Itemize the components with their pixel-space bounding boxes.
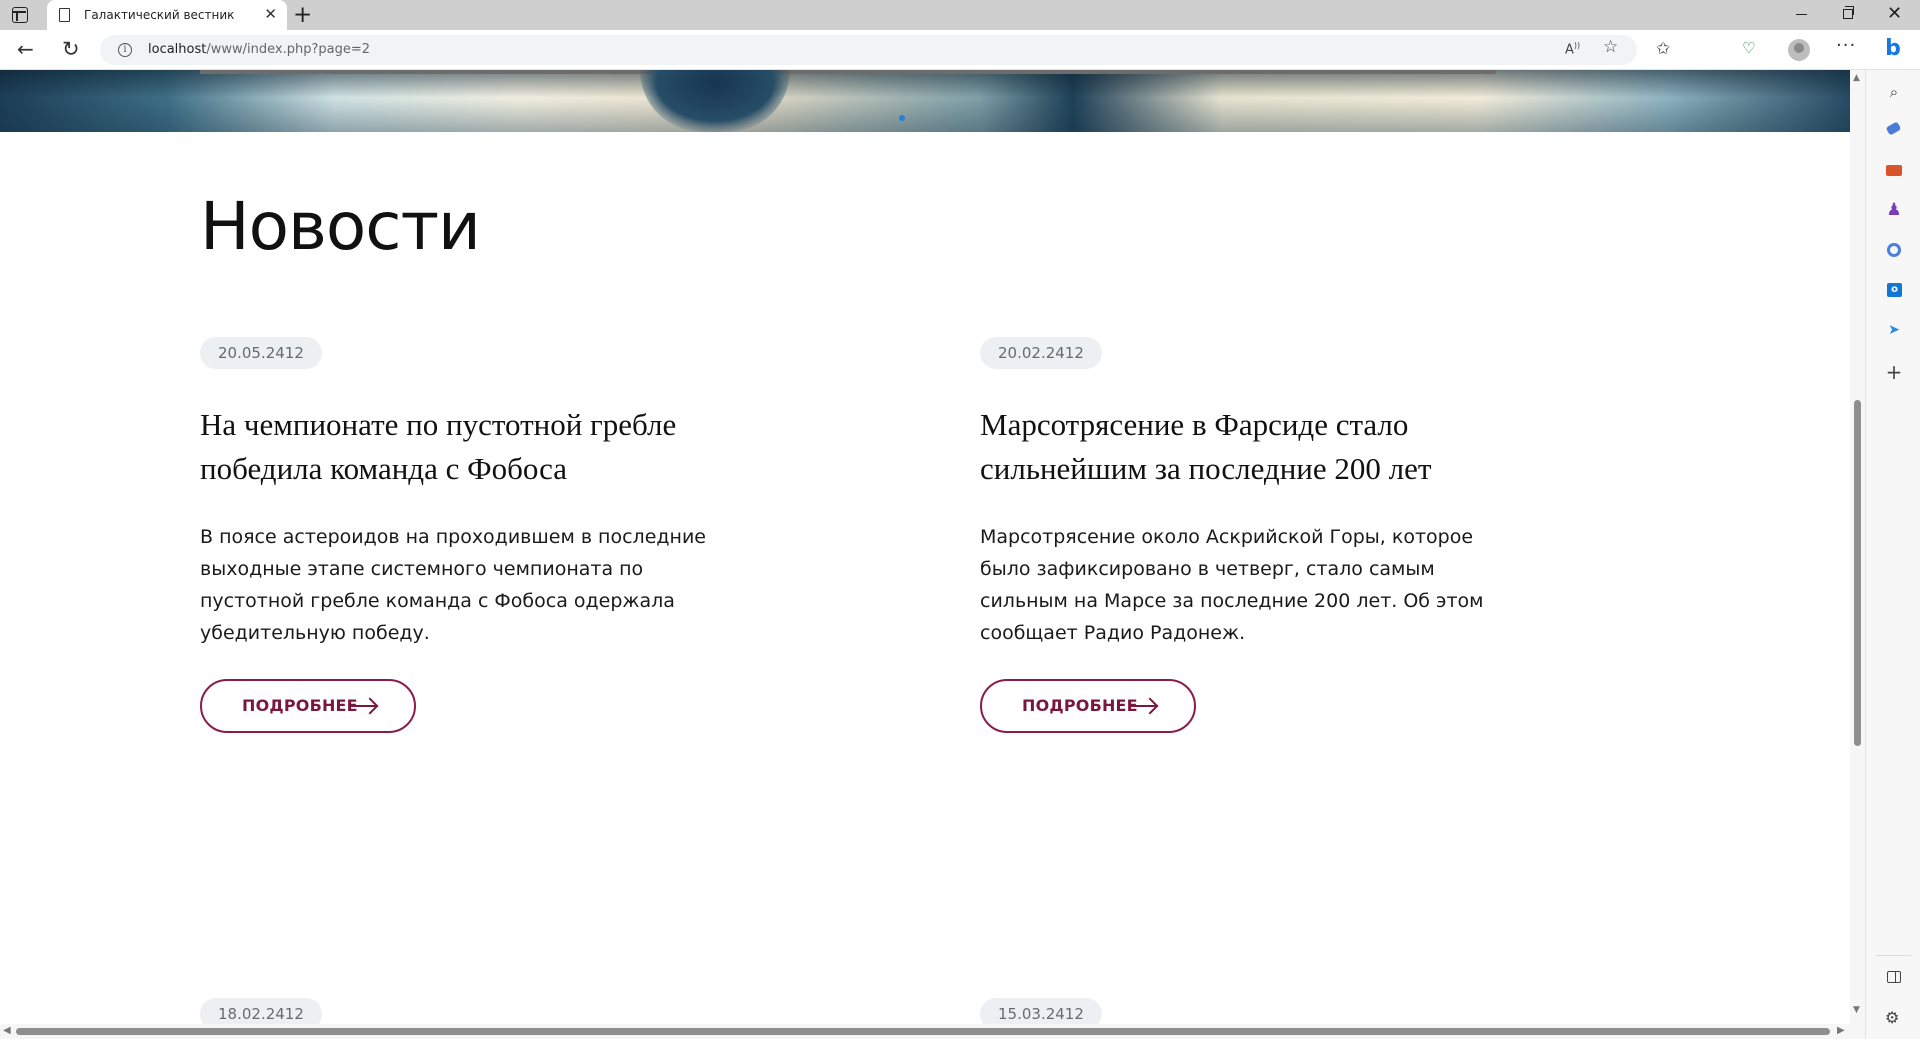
tab-bar: Галактический вестник ✕ + ✕ [0, 0, 1920, 30]
horizontal-scroll-thumb[interactable] [16, 1028, 1830, 1035]
news-card: 20.02.2412 Марсотрясение в Фарсиде стало… [980, 337, 1500, 737]
search-icon[interactable]: ⌕ [1884, 82, 1904, 102]
minimize-icon[interactable] [1796, 7, 1808, 21]
horizontal-scrollbar[interactable]: ◀ ▶ [0, 1024, 1850, 1039]
hero-image [0, 70, 1850, 132]
url-text[interactable]: localhost/www/index.php?page=2 [148, 42, 370, 57]
page-viewport: Новости 20.05.2412 На чемпионате по пуст… [0, 70, 1850, 1039]
arrow-right-icon [1130, 705, 1156, 707]
profile-icon[interactable] [1788, 39, 1810, 61]
back-icon[interactable]: ← [17, 38, 34, 60]
url-host: localhost [148, 42, 207, 57]
tab-close-icon[interactable]: ✕ [264, 5, 277, 23]
browser-tab[interactable]: Галактический вестник ✕ [47, 0, 287, 30]
bing-icon[interactable]: b [1879, 36, 1907, 64]
read-aloud-icon[interactable]: A)) [1565, 41, 1580, 57]
shopping-tag-icon[interactable] [1884, 120, 1904, 140]
favorites-icon[interactable]: ✩ [1656, 39, 1670, 59]
sidebar-panel-icon[interactable] [1887, 971, 1901, 983]
vertical-scroll-thumb[interactable] [1854, 400, 1861, 746]
scroll-down-icon[interactable]: ▼ [1853, 1005, 1860, 1015]
vertical-scrollbar[interactable]: ▲ ▼ [1850, 70, 1865, 1039]
tools-icon[interactable] [1884, 160, 1904, 180]
info-icon[interactable]: i [118, 43, 132, 57]
tab-actions-icon[interactable] [12, 7, 28, 23]
news-title: На чемпионате по пустотной гребле победи… [200, 407, 677, 486]
page-icon [59, 8, 70, 22]
microsoft-365-icon[interactable] [1884, 240, 1904, 260]
settings-icon[interactable]: ⚙ [1885, 1008, 1899, 1027]
news-title: Марсотрясение в Фарсиде стало сильнейшим… [980, 407, 1432, 486]
new-tab-button[interactable]: + [293, 2, 312, 28]
outlook-icon[interactable]: o [1884, 280, 1904, 300]
tab-title: Галактический вестник [84, 8, 235, 22]
address-bar: ← ↻ i localhost/www/index.php?page=2 A))… [0, 30, 1920, 87]
news-date: 20.02.2412 [980, 337, 1102, 369]
url-path: /www/index.php?page=2 [206, 42, 370, 57]
arrow-right-icon [350, 705, 376, 707]
sidebar-divider [1876, 955, 1911, 956]
scroll-left-icon[interactable]: ◀ [3, 1025, 11, 1036]
browser-essentials-icon[interactable]: ♡ [1742, 39, 1755, 59]
more-button-label: ПОДРОБНЕЕ [1022, 696, 1138, 715]
slider-dot[interactable] [899, 115, 905, 121]
scroll-up-icon[interactable]: ▲ [1853, 73, 1860, 83]
games-icon[interactable]: ♟ [1884, 200, 1904, 220]
edge-sidebar: ⌕ ♟ o ➤ + ⚙ [1865, 70, 1920, 1039]
restore-icon[interactable] [1843, 6, 1854, 19]
favorite-star-icon[interactable]: ☆ [1603, 37, 1618, 57]
reload-icon[interactable]: ↻ [62, 38, 80, 60]
news-date: 20.05.2412 [200, 337, 322, 369]
news-excerpt: Марсотрясение около Аскрийской Горы, кот… [980, 526, 1484, 644]
more-button[interactable]: ПОДРОБНЕЕ [200, 679, 416, 733]
add-icon[interactable]: + [1884, 362, 1904, 382]
more-button[interactable]: ПОДРОБНЕЕ [980, 679, 1196, 733]
window-close-icon[interactable]: ✕ [1887, 3, 1902, 25]
url-field[interactable]: i localhost/www/index.php?page=2 [100, 35, 1637, 65]
send-icon[interactable]: ➤ [1884, 320, 1904, 340]
more-icon[interactable]: ··· [1836, 35, 1856, 56]
news-card: 20.05.2412 На чемпионате по пустотной гр… [200, 337, 720, 737]
page-title: Новости [200, 188, 481, 265]
scroll-right-icon[interactable]: ▶ [1837, 1025, 1845, 1036]
news-excerpt: В поясе астероидов на проходившем в посл… [200, 526, 706, 644]
hero-bar [200, 70, 1496, 74]
more-button-label: ПОДРОБНЕЕ [242, 696, 358, 715]
